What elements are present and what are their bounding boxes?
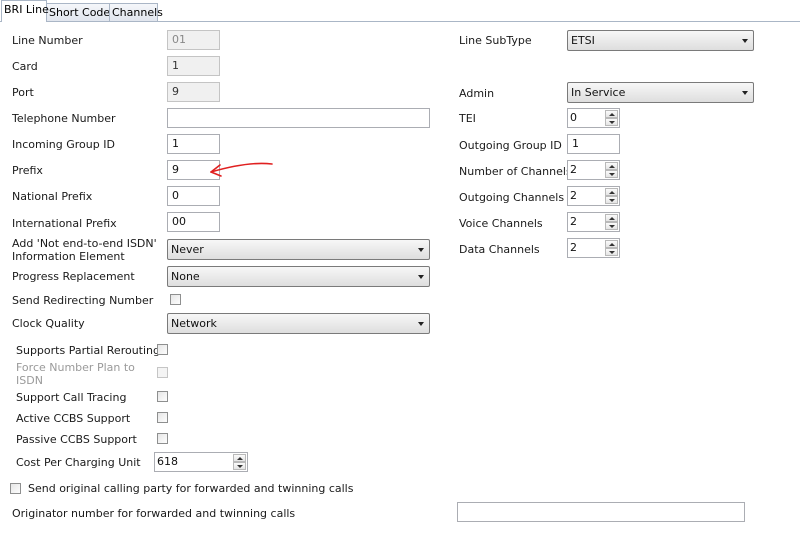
incoming-group-id-field[interactable]: 1 <box>167 134 220 154</box>
outgoing-channels-label: Outgoing Channels <box>459 191 565 204</box>
not-end-to-end-label-line1: Add 'Not end-to-end ISDN' <box>12 237 157 250</box>
support-call-tracing-label: Support Call Tracing <box>16 391 127 404</box>
spin-up-icon[interactable] <box>605 214 618 222</box>
chevron-down-icon <box>418 275 424 279</box>
spin-down-icon[interactable] <box>605 248 618 256</box>
tab-short-codes[interactable]: Short Codes <box>46 3 116 21</box>
spin-up-icon[interactable] <box>605 162 618 170</box>
data-channels-value: 2 <box>570 241 577 254</box>
passive-ccbs-label: Passive CCBS Support <box>16 433 137 446</box>
admin-value: In Service <box>571 86 626 99</box>
international-prefix-field[interactable]: 00 <box>167 212 220 232</box>
tab-bar-divider <box>0 21 800 22</box>
force-number-plan-checkbox <box>157 367 168 378</box>
not-end-to-end-value: Never <box>171 243 204 256</box>
not-end-to-end-select[interactable]: Never <box>167 239 430 260</box>
supports-partial-rerouting-label: Supports Partial Rerouting <box>16 344 160 357</box>
line-subtype-value: ETSI <box>571 34 595 47</box>
chevron-down-icon <box>742 39 748 43</box>
clock-quality-label: Clock Quality <box>12 317 85 330</box>
supports-partial-rerouting-checkbox[interactable] <box>157 344 168 355</box>
progress-replacement-value: None <box>171 270 200 283</box>
international-prefix-label: International Prefix <box>12 217 117 230</box>
passive-ccbs-checkbox[interactable] <box>157 433 168 444</box>
incoming-group-id-label: Incoming Group ID <box>12 138 115 151</box>
line-subtype-label: Line SubType <box>459 34 532 47</box>
port-field: 9 <box>167 82 220 102</box>
voice-channels-spinner[interactable]: 2 <box>567 212 620 232</box>
spin-down-icon[interactable] <box>605 196 618 204</box>
port-label: Port <box>12 86 34 99</box>
originator-number-label: Originator number for forwarded and twin… <box>12 507 296 520</box>
data-channels-spinner[interactable]: 2 <box>567 238 620 258</box>
line-subtype-select[interactable]: ETSI <box>567 30 754 51</box>
spin-down-icon[interactable] <box>605 118 618 126</box>
spin-up-icon[interactable] <box>605 188 618 196</box>
tei-value: 0 <box>570 111 577 124</box>
admin-select[interactable]: In Service <box>567 82 754 103</box>
spin-down-icon[interactable] <box>233 462 246 470</box>
outgoing-channels-value: 2 <box>570 189 577 202</box>
progress-replacement-select[interactable]: None <box>167 266 430 287</box>
outgoing-group-id-field[interactable]: 1 <box>567 134 620 154</box>
outgoing-group-id-label: Outgoing Group ID <box>459 139 562 152</box>
number-of-channels-spinner[interactable]: 2 <box>567 160 620 180</box>
national-prefix-label: National Prefix <box>12 190 93 203</box>
line-number-field: 01 <box>167 30 220 50</box>
voice-channels-value: 2 <box>570 215 577 228</box>
clock-quality-select[interactable]: Network <box>167 313 430 334</box>
originator-number-field[interactable] <box>457 502 745 522</box>
spin-up-icon[interactable] <box>605 240 618 248</box>
national-prefix-field[interactable]: 0 <box>167 186 220 206</box>
not-end-to-end-label-line2: Information Element <box>12 250 125 263</box>
number-of-channels-label: Number of Channels <box>459 165 572 178</box>
clock-quality-value: Network <box>171 317 217 330</box>
send-original-calling-party-checkbox[interactable] <box>10 483 21 494</box>
prefix-label: Prefix <box>12 164 43 177</box>
send-redirecting-number-label: Send Redirecting Number <box>12 294 154 307</box>
tei-spinner[interactable]: 0 <box>567 108 620 128</box>
tab-channels[interactable]: Channels <box>109 3 163 21</box>
send-redirecting-number-checkbox[interactable] <box>170 294 181 305</box>
spin-up-icon[interactable] <box>605 110 618 118</box>
telephone-number-field[interactable] <box>167 108 430 128</box>
force-number-plan-label-line1: Force Number Plan to <box>16 361 135 374</box>
send-original-calling-party-label: Send original calling party for forwarde… <box>28 482 354 495</box>
card-field: 1 <box>167 56 220 76</box>
chevron-down-icon <box>418 248 424 252</box>
admin-label: Admin <box>459 87 495 100</box>
active-ccbs-label: Active CCBS Support <box>16 412 131 425</box>
number-of-channels-value: 2 <box>570 163 577 176</box>
active-ccbs-checkbox[interactable] <box>157 412 168 423</box>
spin-down-icon[interactable] <box>605 170 618 178</box>
tab-bar: BRI Line Short Codes Channels <box>0 0 800 22</box>
cost-per-charging-unit-spinner[interactable]: 618 <box>154 452 248 472</box>
card-label: Card <box>12 60 38 73</box>
voice-channels-label: Voice Channels <box>459 217 543 230</box>
cost-per-charging-unit-label: Cost Per Charging Unit <box>16 456 141 469</box>
outgoing-channels-spinner[interactable]: 2 <box>567 186 620 206</box>
chevron-down-icon <box>418 322 424 326</box>
spin-up-icon[interactable] <box>233 454 246 462</box>
tab-bri-line[interactable]: BRI Line <box>1 0 49 22</box>
chevron-down-icon <box>742 91 748 95</box>
cost-per-charging-unit-value: 618 <box>157 455 178 468</box>
spin-down-icon[interactable] <box>605 222 618 230</box>
data-channels-label: Data Channels <box>459 243 540 256</box>
tei-label: TEI <box>459 112 476 125</box>
progress-replacement-label: Progress Replacement <box>12 270 135 283</box>
annotation-arrow <box>210 162 273 177</box>
force-number-plan-label-line2: ISDN <box>16 374 43 387</box>
support-call-tracing-checkbox[interactable] <box>157 391 168 402</box>
line-number-label: Line Number <box>12 34 83 47</box>
telephone-number-label: Telephone Number <box>12 112 116 125</box>
